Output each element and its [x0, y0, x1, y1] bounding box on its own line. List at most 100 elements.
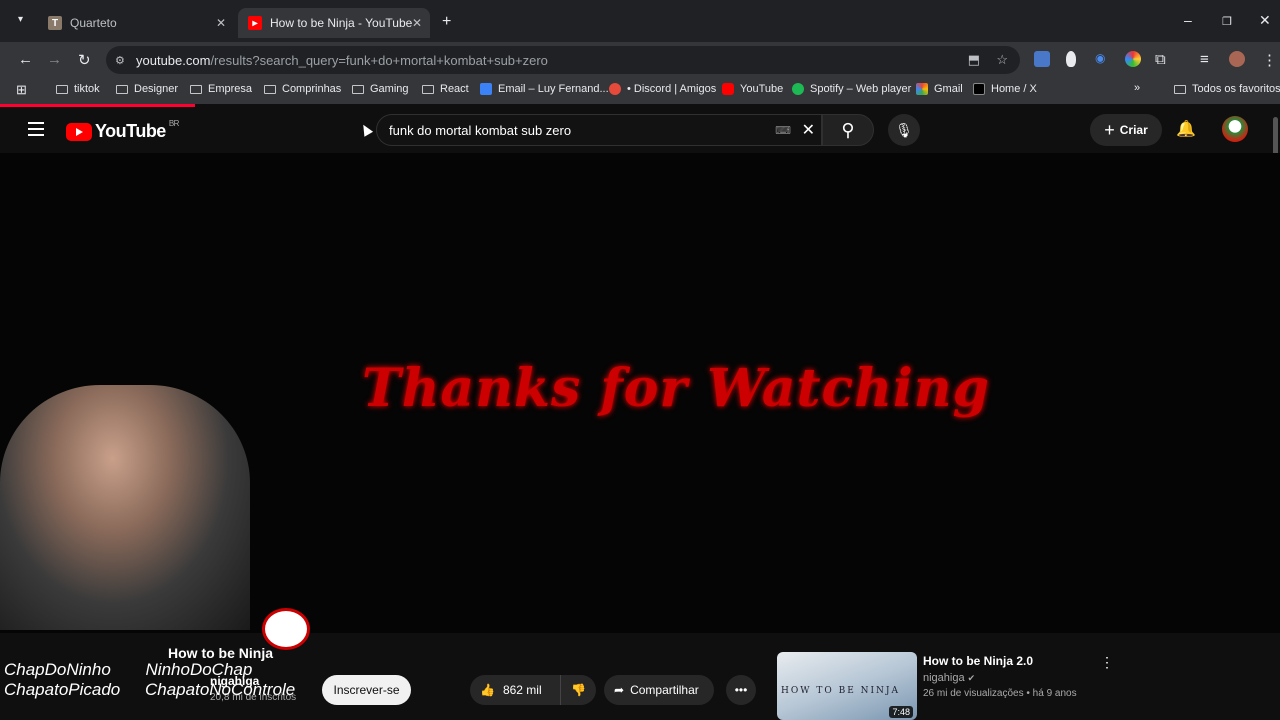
- bookmark-empresa[interactable]: Empresa: [190, 83, 252, 95]
- video-title: How to be Ninja: [168, 645, 273, 661]
- thumbnail-text: HOW TO BE NINJA: [781, 686, 901, 696]
- x-icon: [973, 83, 985, 95]
- new-tab-icon[interactable]: +: [442, 13, 451, 31]
- like-button[interactable]: 👍 862 mil: [470, 675, 560, 705]
- dislike-button[interactable]: 👎: [560, 675, 596, 705]
- bookmark-x[interactable]: Home / X: [973, 83, 1037, 95]
- keyboard-icon[interactable]: ⌨: [775, 124, 791, 137]
- bookmark-gmail[interactable]: Gmail: [916, 83, 963, 95]
- thumbs-up-icon: 👍: [480, 683, 495, 697]
- bookmark-email[interactable]: Email – Luy Fernand...: [480, 83, 609, 95]
- forward-icon[interactable]: →: [47, 51, 62, 68]
- more-horizontal-icon: •••: [734, 683, 748, 697]
- install-app-icon[interactable]: ⬒: [968, 52, 980, 68]
- notifications-bell-icon[interactable]: 🔔: [1176, 119, 1196, 139]
- bookmark-label: React: [440, 83, 469, 95]
- share-arrow-icon: ➦: [614, 683, 625, 697]
- video-duration: 7:48: [889, 706, 913, 718]
- recommendation-channel[interactable]: nigahiga ✔: [923, 672, 975, 684]
- socials-row: ChapatoPicado ChapatoNoControle: [4, 680, 317, 700]
- twitch-handle: ChapatoNoControle: [145, 680, 296, 699]
- voice-search-button[interactable]: 🎙: [888, 114, 920, 146]
- address-bar[interactable]: ⚙ youtube.com /results?search_query=funk…: [106, 46, 1020, 74]
- restore-icon[interactable]: ❐: [1222, 15, 1232, 28]
- tab-quarteto[interactable]: T Quarteto ✕: [38, 8, 234, 38]
- more-bookmarks-icon[interactable]: »: [1134, 82, 1140, 94]
- folder-icon: [352, 84, 364, 94]
- recommendation-meta: 26 mi de visualizações • há 9 anos: [923, 688, 1077, 699]
- tab-search-icon[interactable]: ▾: [18, 14, 23, 25]
- recommendation-menu-icon[interactable]: ⋮: [1100, 654, 1114, 671]
- create-button[interactable]: + Criar: [1090, 114, 1162, 146]
- bookmark-gaming[interactable]: Gaming: [352, 83, 409, 95]
- bookmark-discord[interactable]: • Discord | Amigos: [609, 83, 716, 95]
- email-icon: [480, 83, 492, 95]
- extension-3-icon[interactable]: ◉: [1095, 51, 1111, 67]
- close-tab-icon[interactable]: ✕: [216, 16, 226, 30]
- subscribe-button[interactable]: Inscrever-se: [322, 675, 411, 705]
- bookmark-label: Gaming: [370, 83, 409, 95]
- extension-4-icon[interactable]: [1125, 51, 1141, 67]
- spotify-icon: [792, 83, 804, 95]
- search-input[interactable]: [389, 122, 769, 138]
- bookmark-label: Gmail: [934, 83, 963, 95]
- youtube-logo[interactable]: YouTube BR: [66, 119, 179, 142]
- browser-menu-icon[interactable]: ⋮: [1262, 51, 1277, 69]
- bookmark-label: Designer: [134, 83, 179, 95]
- close-window-icon[interactable]: ✕: [1259, 12, 1271, 29]
- folder-icon: [190, 84, 202, 94]
- site-info-icon[interactable]: ⚙: [115, 54, 125, 67]
- plus-icon: +: [1104, 119, 1115, 140]
- search-icon: ⚲: [841, 119, 855, 140]
- streamer-socials: ChapDoNinho NinhoDoChap ChapatoPicado Ch…: [4, 660, 317, 700]
- folder-icon: [422, 84, 434, 94]
- minimize-icon[interactable]: –: [1184, 12, 1192, 28]
- search-box[interactable]: ⌨ ✕: [376, 114, 822, 146]
- youtube-favicon-icon: ▸: [248, 16, 262, 30]
- back-icon[interactable]: ←: [18, 51, 33, 68]
- reload-icon[interactable]: ↻: [78, 51, 91, 69]
- bookmark-label: Spotify – Web player: [810, 83, 912, 95]
- microphone-icon: 🎙: [895, 121, 913, 138]
- bookmark-youtube[interactable]: YouTube: [722, 83, 783, 95]
- bookmark-react[interactable]: React: [422, 83, 469, 95]
- tiktok-handle: ChapatoPicado: [4, 680, 121, 699]
- folder-icon: [56, 84, 68, 94]
- bookmark-spotify[interactable]: Spotify – Web player: [792, 83, 911, 95]
- folder-icon: [264, 84, 276, 94]
- recommendation-title[interactable]: How to be Ninja 2.0: [923, 654, 1033, 668]
- bookmark-star-icon[interactable]: ☆: [996, 52, 1008, 68]
- close-tab-icon[interactable]: ✕: [412, 16, 422, 30]
- bookmark-designer[interactable]: Designer: [116, 83, 178, 95]
- discord-icon: [609, 83, 621, 95]
- account-avatar[interactable]: [1222, 116, 1248, 142]
- menu-icon[interactable]: [28, 122, 44, 136]
- bookmark-label: Empresa: [208, 83, 253, 95]
- media-control-icon[interactable]: ≡: [1200, 51, 1209, 68]
- apps-grid-icon[interactable]: ⊞: [16, 82, 27, 98]
- bookmark-comprinhas[interactable]: Comprinhas: [264, 83, 341, 95]
- extension-2-icon[interactable]: [1066, 51, 1076, 67]
- extensions-icon[interactable]: ⧉: [1155, 51, 1166, 68]
- share-button[interactable]: ➦ Compartilhar: [604, 675, 714, 705]
- extension-1-icon[interactable]: [1034, 51, 1050, 67]
- recommendation-thumbnail[interactable]: HOW TO BE NINJA 7:48: [777, 652, 917, 720]
- folder-icon: [1174, 84, 1186, 94]
- tab-label: Quarteto: [70, 16, 117, 30]
- profile-avatar[interactable]: [1229, 51, 1245, 67]
- verified-icon: ✔: [967, 673, 976, 683]
- url-host: youtube.com: [136, 52, 211, 68]
- youtube-play-icon: [66, 122, 92, 141]
- more-actions-button[interactable]: •••: [726, 675, 756, 705]
- url-path: /results?search_query=funk+do+mortal+kom…: [210, 52, 548, 68]
- bookmarks-bar: ⊞ tiktok Designer Empresa Comprinhas Gam…: [0, 76, 1280, 104]
- bookmark-label: Home / X: [991, 83, 1037, 95]
- duck-mascot-icon: [262, 608, 310, 650]
- all-bookmarks[interactable]: Todos os favoritos: [1174, 83, 1280, 95]
- tab-how-to-be-ninja[interactable]: ▸ How to be Ninja - YouTube ✕: [238, 8, 430, 38]
- bookmark-tiktok[interactable]: tiktok: [56, 83, 100, 95]
- bookmark-label: Todos os favoritos: [1192, 83, 1280, 95]
- search-button[interactable]: ⚲: [822, 114, 874, 146]
- clear-search-icon[interactable]: ✕: [802, 120, 815, 140]
- socials-row: ChapDoNinho NinhoDoChap: [4, 660, 317, 680]
